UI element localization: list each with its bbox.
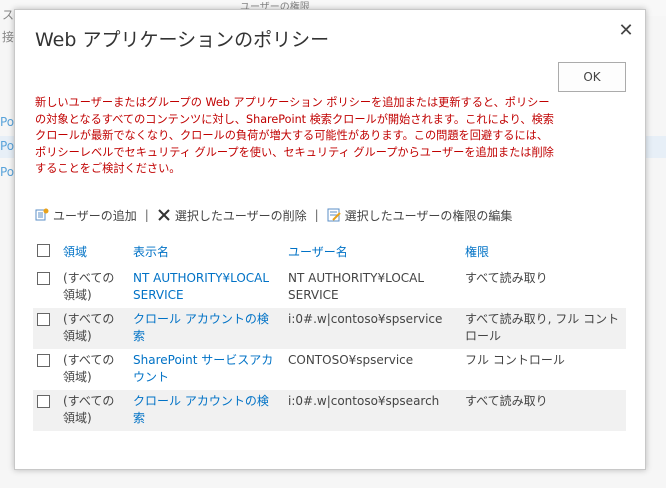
zone-cell: (すべての領域) — [59, 308, 129, 349]
select-all-cell — [33, 239, 59, 267]
dialog-title: Web アプリケーションのポリシー — [35, 29, 330, 51]
user-name-cell: NT AUTHORITY¥LOCAL SERVICE — [288, 271, 425, 302]
header-permissions[interactable]: 権限 — [461, 239, 626, 267]
permissions-cell: すべて読み取り — [465, 271, 548, 285]
row-checkbox[interactable] — [37, 354, 50, 367]
edit-permissions-icon — [327, 208, 341, 222]
table-row: (すべての領域) SharePoint サービスアカウント CONTOSO¥sp… — [33, 349, 626, 390]
delete-selected-users-button[interactable]: 選択したユーザーの削除 — [157, 207, 307, 224]
close-icon: ✕ — [618, 20, 634, 41]
row-select-cell — [33, 349, 59, 390]
permissions-cell: フル コントロール — [465, 353, 565, 367]
row-select-cell — [33, 267, 59, 308]
display-name-link[interactable]: NT AUTHORITY¥LOCAL SERVICE — [129, 267, 284, 308]
web-application-policy-dialog: Web アプリケーションのポリシー ✕ OK 新しいユーザーまたはグループの W… — [14, 9, 646, 470]
delete-selected-users-label: 選択したユーザーの削除 — [174, 208, 307, 223]
table-row: (すべての領域) クロール アカウントの検索 i:0#.w|contoso¥sp… — [33, 308, 626, 349]
policy-users-table: 領域 表示名 ユーザー名 権限 (すべての領域) NT AUTHORITY¥LO… — [33, 239, 626, 431]
header-display-name[interactable]: 表示名 — [129, 239, 284, 267]
user-name-cell: i:0#.w|contoso¥spsearch — [284, 390, 461, 431]
row-select-cell — [33, 390, 59, 431]
row-checkbox[interactable] — [37, 395, 50, 408]
permissions-cell: すべて読み取り — [461, 390, 626, 431]
row-checkbox[interactable] — [37, 313, 50, 326]
row-checkbox[interactable] — [37, 272, 50, 285]
policy-toolbar: ユーザーの追加 | 選択したユーザーの削除 | 選択したユーザーの権限の編集 — [35, 206, 512, 224]
display-name-link[interactable]: SharePoint サービスアカウント — [129, 349, 284, 390]
table-row: (すべての領域) NT AUTHORITY¥LOCAL SERVICE NT A… — [33, 267, 626, 308]
user-name-cell: i:0#.w|contoso¥spservice — [284, 308, 461, 349]
table-row: (すべての領域) クロール アカウントの検索 i:0#.w|contoso¥sp… — [33, 390, 626, 431]
header-user-name[interactable]: ユーザー名 — [284, 239, 461, 267]
edit-permissions-label: 選択したユーザーの権限の編集 — [344, 208, 513, 223]
row-select-cell — [33, 308, 59, 349]
table-header-row: 領域 表示名 ユーザー名 権限 — [33, 239, 626, 267]
add-users-label: ユーザーの追加 — [53, 208, 137, 223]
display-name-link[interactable]: クロール アカウントの検索 — [129, 390, 284, 431]
close-button[interactable]: ✕ — [615, 20, 637, 42]
edit-permissions-button[interactable]: 選択したユーザーの権限の編集 — [327, 207, 513, 224]
zone-cell: (すべての領域) — [63, 271, 115, 302]
policy-warning-text: 新しいユーザーまたはグループの Web アプリケーション ポリシーを追加または更… — [35, 96, 554, 176]
display-name-link[interactable]: クロール アカウントの検索 — [129, 308, 284, 349]
select-all-checkbox[interactable] — [37, 244, 50, 257]
ok-button[interactable]: OK — [558, 62, 626, 92]
add-user-icon — [35, 208, 49, 222]
add-users-button[interactable]: ユーザーの追加 — [35, 207, 137, 224]
user-name-cell: CONTOSO¥spservice — [288, 353, 414, 367]
toolbar-separator: | — [314, 208, 319, 222]
zone-cell: (すべての領域) — [63, 353, 115, 384]
delete-icon — [157, 208, 171, 222]
zone-cell: (すべての領域) — [59, 390, 129, 431]
toolbar-separator: | — [144, 208, 149, 222]
permissions-cell: すべて読み取り, フル コントロール — [461, 308, 626, 349]
header-zone[interactable]: 領域 — [59, 239, 129, 267]
